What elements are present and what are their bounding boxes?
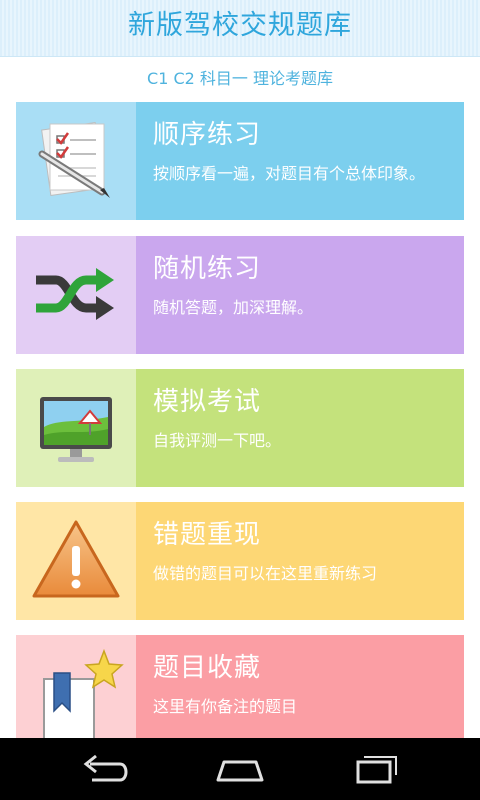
checklist-pen-icon xyxy=(38,121,110,198)
menu-item-title: 模拟考试 xyxy=(153,387,262,417)
system-navigation-bar xyxy=(0,738,480,800)
back-button[interactable] xyxy=(76,750,136,788)
menu-item-mock-exam[interactable]: 模拟考试 自我评测一下吧。 xyxy=(16,369,464,487)
app-header: 新版驾校交规题库 xyxy=(0,0,480,57)
menu-item-icon-area xyxy=(16,236,136,354)
menu-item-text-area: 顺序练习 按顺序看一遍，对题目有个总体印象。 xyxy=(136,102,464,220)
recent-apps-icon xyxy=(356,756,397,784)
menu-item-wrong-review[interactable]: 错题重现 做错的题目可以在这里重新练习 xyxy=(16,502,464,620)
back-icon xyxy=(83,754,128,782)
menu-item-title: 顺序练习 xyxy=(153,120,262,150)
menu-item-title: 题目收藏 xyxy=(153,653,262,683)
menu-item-text-area: 模拟考试 自我评测一下吧。 xyxy=(136,369,464,487)
menu-item-desc: 随机答题，加深理解。 xyxy=(153,298,314,317)
menu-item-random-practice[interactable]: 随机练习 随机答题，加深理解。 xyxy=(16,236,464,354)
menu-item-icon-area xyxy=(16,502,136,620)
menu-item-desc: 这里有你备注的题目 xyxy=(153,697,298,716)
menu-item-icon-area xyxy=(16,369,136,487)
menu-item-desc: 按顺序看一遍，对题目有个总体印象。 xyxy=(153,164,426,183)
menu-item-text-area: 随机练习 随机答题，加深理解。 xyxy=(136,236,464,354)
warning-icon xyxy=(32,520,120,598)
menu-item-desc: 做错的题目可以在这里重新练习 xyxy=(153,564,378,583)
menu-item-desc: 自我评测一下吧。 xyxy=(153,431,282,450)
menu-item-title: 随机练习 xyxy=(153,254,262,284)
app-title: 新版驾校交规题库 xyxy=(128,10,352,41)
monitor-icon xyxy=(40,397,112,462)
home-icon xyxy=(216,760,264,782)
bookmark-star-icon xyxy=(43,648,124,740)
menu-item-text-area: 错题重现 做错的题目可以在这里重新练习 xyxy=(136,502,464,620)
menu-item-sequential-practice[interactable]: 顺序练习 按顺序看一遍，对题目有个总体印象。 xyxy=(16,102,464,220)
home-button[interactable] xyxy=(210,750,270,788)
app-subtitle: C1 C2 科目一 理论考题库 xyxy=(147,69,333,88)
recent-apps-button[interactable] xyxy=(344,750,404,788)
shuffle-icon xyxy=(36,268,114,320)
menu-item-icon-area xyxy=(16,635,136,753)
menu-item-favorites[interactable]: 题目收藏 这里有你备注的题目 xyxy=(16,635,464,753)
menu-item-icon-area xyxy=(16,102,136,220)
menu-item-text-area: 题目收藏 这里有你备注的题目 xyxy=(136,635,464,753)
menu-item-title: 错题重现 xyxy=(153,520,262,550)
